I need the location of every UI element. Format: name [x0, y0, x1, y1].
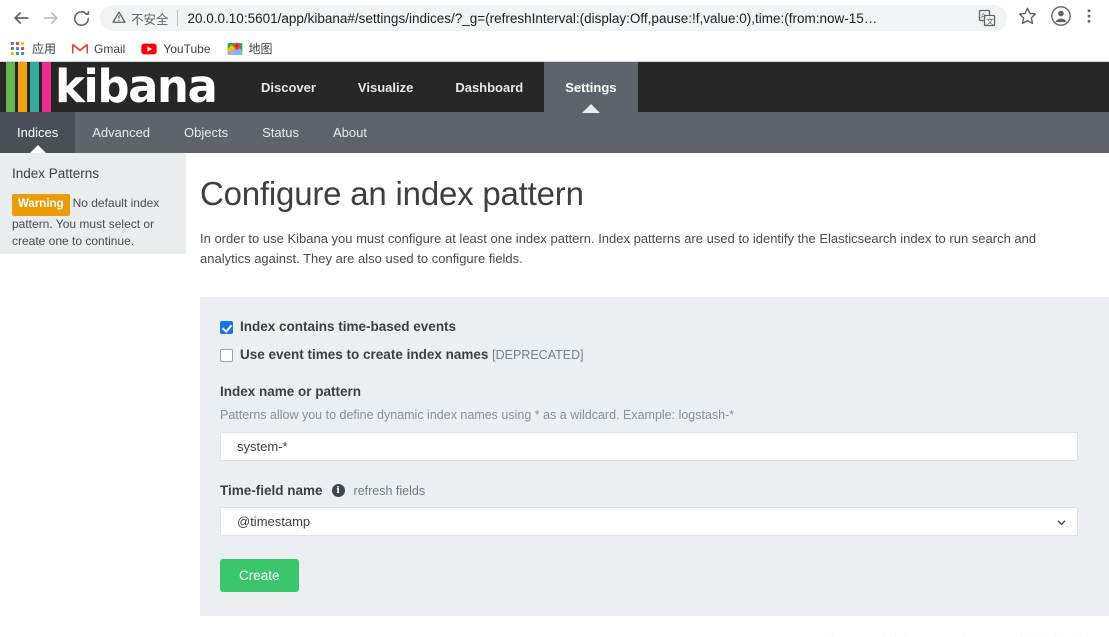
index-pattern-help: Patterns allow you to define dynamic ind…: [220, 408, 735, 422]
time-based-events-checkbox[interactable]: [220, 321, 233, 334]
profile-avatar-icon: [1051, 5, 1071, 31]
tab-label: Settings: [565, 79, 617, 95]
index-pattern-label: Index name or pattern: [220, 384, 1093, 399]
back-button[interactable]: [6, 3, 36, 33]
chevron-down-icon: [1056, 516, 1067, 527]
google-maps-icon: [227, 41, 243, 57]
tab-label: Visualize: [357, 79, 414, 95]
event-times-label-text: Use event times to create index names: [240, 347, 489, 362]
main-content: Configure an index pattern In order to u…: [186, 153, 1109, 637]
no-default-index-warning: Warning No default index pattern. You mus…: [12, 194, 174, 250]
sidebar-title: Index Patterns: [12, 166, 100, 181]
active-subtab-caret-icon: [29, 145, 46, 153]
reload-button[interactable]: [66, 3, 96, 33]
bookmark-label: Gmail: [94, 41, 126, 56]
bookmark-maps[interactable]: 地图: [227, 40, 273, 57]
three-dot-menu-icon: [1080, 7, 1098, 30]
event-times-checkbox[interactable]: [220, 349, 233, 362]
page-description: In order to use Kibana you must configur…: [200, 231, 1037, 266]
event-times-label: Use event times to create index names [D…: [240, 347, 584, 362]
sidebar-item-indices[interactable]: Indices: [0, 112, 76, 153]
apps-grid-icon: [10, 41, 26, 57]
bookmark-label: 应用: [32, 42, 57, 56]
star-icon: [1018, 6, 1037, 30]
time-based-events-label: Index contains time-based events: [240, 319, 457, 334]
subtab-label: Advanced: [92, 125, 151, 140]
bookmark-label: 地图: [248, 42, 273, 56]
bookmarks-bar: 应用 Gmail YouTube 地图: [0, 36, 1109, 61]
time-based-events-row[interactable]: Index contains time-based events: [220, 319, 1093, 334]
gmail-icon: [72, 41, 89, 57]
time-field-select[interactable]: @timestamp: [220, 507, 1078, 536]
arrow-right-icon: [41, 8, 61, 28]
index-patterns-sidebar: Index Patterns Warning No default index p…: [0, 153, 186, 254]
sidebar-item-about[interactable]: About: [316, 112, 384, 153]
url-text[interactable]: 20.0.0.10:5601/app/kibana#/settings/indi…: [188, 11, 971, 26]
kibana-top-nav: kibana Discover Visualize Dashboard Sett…: [0, 62, 1109, 113]
warning-badge: Warning: [12, 194, 70, 216]
tab-dashboard[interactable]: Dashboard: [434, 62, 544, 112]
reload-icon: [72, 9, 91, 28]
index-pattern-form: Index contains time-based events Use eve…: [200, 297, 1109, 616]
subtab-label: Indices: [17, 125, 59, 140]
subtab-label: Status: [262, 125, 299, 140]
active-tab-caret-icon: [581, 104, 600, 113]
bookmark-label: YouTube: [163, 41, 211, 56]
create-button[interactable]: Create: [220, 559, 299, 592]
profile-button[interactable]: [1047, 4, 1075, 32]
sidebar-item-advanced[interactable]: Advanced: [75, 112, 167, 153]
youtube-icon: [141, 41, 158, 57]
deprecated-tag: [DEPRECATED]: [492, 348, 584, 362]
info-circle-icon[interactable]: i: [331, 484, 345, 497]
time-field-label: Time-field name i refresh fields: [220, 483, 1093, 498]
warning-triangle-icon: [112, 10, 126, 27]
kibana-sub-nav: Indices Advanced Objects Status About: [0, 112, 1109, 153]
tab-discover[interactable]: Discover: [240, 62, 337, 112]
kibana-top-nav-items: Discover Visualize Dashboard Settings: [240, 62, 1109, 113]
kibana-wordmark: kibana: [55, 62, 218, 112]
event-times-row[interactable]: Use event times to create index names [D…: [220, 347, 1093, 362]
chrome-menu-button[interactable]: [1075, 4, 1103, 32]
address-bar[interactable]: 不安全 20.0.0.10:5601/app/kibana#/settings/…: [100, 5, 1007, 31]
tab-settings[interactable]: Settings: [544, 62, 638, 113]
tab-label: Dashboard: [455, 79, 524, 95]
refresh-fields-link[interactable]: refresh fields: [354, 484, 426, 498]
tab-label: Discover: [261, 79, 316, 95]
forward-button[interactable]: [36, 3, 66, 33]
security-status[interactable]: 不安全: [112, 9, 169, 28]
kibana-logo-bars-icon: [6, 62, 51, 112]
page-body: Index Patterns Warning No default index p…: [0, 153, 1109, 637]
subtab-label: Objects: [184, 125, 229, 140]
bookmark-youtube[interactable]: YouTube: [141, 41, 211, 57]
time-field-label-text: Time-field name: [220, 483, 323, 498]
index-pattern-input[interactable]: system-*: [220, 432, 1078, 461]
bookmark-gmail[interactable]: Gmail: [72, 41, 125, 57]
tab-visualize[interactable]: Visualize: [337, 62, 434, 112]
svg-text:A: A: [981, 12, 986, 20]
translate-icon[interactable]: 文 A: [977, 8, 997, 28]
security-label: 不安全: [131, 12, 169, 27]
sidebar-item-status[interactable]: Status: [245, 112, 316, 153]
arrow-left-icon: [11, 8, 31, 28]
kibana-logo[interactable]: kibana: [0, 62, 240, 112]
svg-text:文: 文: [986, 16, 994, 26]
sidebar-item-objects[interactable]: Objects: [167, 112, 245, 153]
page-title: Configure an index pattern: [200, 175, 584, 212]
omnibox-divider: [176, 10, 178, 26]
browser-toolbar: 不安全 20.0.0.10:5601/app/kibana#/settings/…: [0, 0, 1109, 36]
browser-chrome: 不安全 20.0.0.10:5601/app/kibana#/settings/…: [0, 0, 1109, 62]
index-pattern-label-text: Index name or pattern: [220, 384, 362, 399]
bookmark-star-button[interactable]: [1013, 4, 1041, 32]
bookmark-apps[interactable]: 应用: [10, 40, 56, 57]
subtab-label: About: [332, 125, 367, 140]
time-field-selected-value: @timestamp: [237, 514, 311, 529]
